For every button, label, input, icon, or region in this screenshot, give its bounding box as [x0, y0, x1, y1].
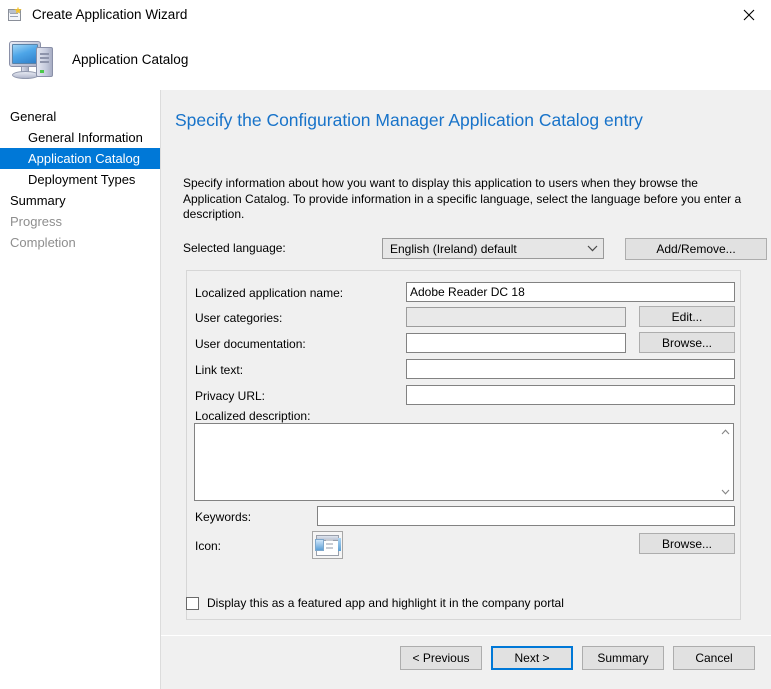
close-icon[interactable]: [726, 0, 771, 29]
previous-button[interactable]: < Previous: [400, 646, 482, 670]
keywords-label: Keywords:: [195, 510, 252, 524]
language-select[interactable]: English (Ireland) default: [382, 238, 604, 259]
featured-app-checkbox-row[interactable]: Display this as a featured app and highl…: [186, 596, 564, 610]
sidebar-item-deployment-types[interactable]: Deployment Types: [0, 169, 160, 190]
application-window-icon[interactable]: [312, 531, 343, 559]
localized-description-input[interactable]: [195, 424, 716, 500]
localized-description-field[interactable]: [194, 423, 734, 501]
sidebar-item-application-catalog[interactable]: Application Catalog: [0, 148, 160, 169]
sidebar-item-completion: Completion: [0, 232, 160, 253]
cancel-button[interactable]: Cancel: [673, 646, 755, 670]
wizard-window-icon: [7, 6, 23, 23]
wizard-body: General General Information Application …: [0, 90, 771, 689]
wizard-step-navigation: General General Information Application …: [0, 90, 160, 689]
user-categories-label: User categories:: [195, 311, 283, 325]
user-documentation-label: User documentation:: [195, 337, 306, 351]
next-button[interactable]: Next >: [491, 646, 573, 670]
sidebar-item-label: Completion: [10, 235, 76, 250]
edit-user-categories-button[interactable]: Edit...: [639, 306, 735, 327]
link-text-input[interactable]: [406, 359, 735, 379]
icon-label: Icon:: [195, 539, 222, 553]
sidebar-item-label: Summary: [10, 193, 66, 208]
sidebar-item-label: Application Catalog: [28, 151, 141, 166]
link-text-label: Link text:: [195, 363, 244, 377]
selected-language-label: Selected language:: [183, 241, 286, 255]
language-select-value: English (Ireland) default: [390, 241, 517, 256]
sidebar-item-progress: Progress: [0, 211, 160, 232]
wizard-content-pane: Specify the Configuration Manager Applic…: [161, 90, 771, 689]
chevron-down-icon: [581, 245, 603, 252]
sidebar-item-label: Deployment Types: [28, 172, 136, 187]
page-description: Specify information about how you want t…: [183, 176, 742, 221]
scroll-down-icon[interactable]: [717, 484, 733, 500]
user-categories-input: [406, 307, 626, 327]
header-title: Application Catalog: [72, 52, 189, 67]
summary-button[interactable]: Summary: [582, 646, 664, 670]
sidebar-item-label: General Information: [28, 130, 143, 145]
sidebar-item-summary[interactable]: Summary: [0, 190, 160, 211]
computer-icon: [7, 37, 59, 83]
localized-details-group: Localized application name: User categor…: [186, 270, 741, 620]
browse-icon-button[interactable]: Browse...: [639, 533, 735, 554]
localized-application-name-input[interactable]: [406, 282, 735, 302]
browse-user-documentation-button[interactable]: Browse...: [639, 332, 735, 353]
privacy-url-input[interactable]: [406, 385, 735, 405]
sidebar-item-label: General: [10, 109, 57, 124]
keywords-input[interactable]: [317, 506, 735, 526]
featured-app-checkbox[interactable]: [186, 596, 199, 610]
localized-description-label: Localized description:: [195, 409, 311, 423]
scroll-up-icon[interactable]: [717, 424, 733, 440]
user-documentation-input[interactable]: [406, 333, 626, 353]
sidebar-item-label: Progress: [10, 214, 63, 229]
wizard-footer: < Previous Next > Summary Cancel: [161, 636, 771, 689]
privacy-url-label: Privacy URL:: [195, 389, 266, 403]
sidebar-item-general[interactable]: General: [0, 106, 160, 127]
localized-application-name-label: Localized application name:: [195, 286, 344, 300]
add-remove-button[interactable]: Add/Remove...: [625, 238, 767, 260]
featured-app-label: Display this as a featured app and highl…: [207, 596, 564, 610]
page-title: Specify the Configuration Manager Applic…: [175, 110, 643, 130]
description-scrollbar[interactable]: [716, 424, 733, 500]
window-title: Create Application Wizard: [32, 7, 188, 22]
selected-language-row: Selected language: English (Ireland) def…: [183, 238, 767, 260]
wizard-header: Application Catalog: [0, 29, 771, 90]
window-titlebar: Create Application Wizard: [0, 0, 771, 29]
sidebar-item-general-information[interactable]: General Information: [0, 127, 160, 148]
